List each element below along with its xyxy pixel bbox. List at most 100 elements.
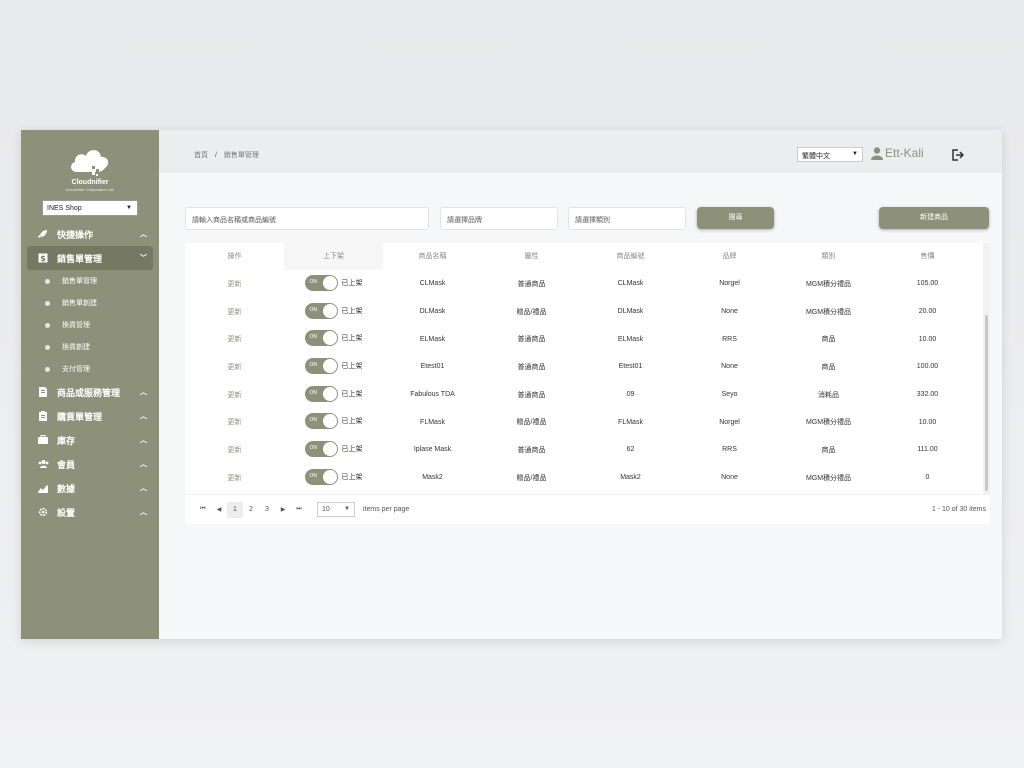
sidebar-item-inventory[interactable]: 庫存 ︿ [21,428,159,452]
prev-page-icon[interactable]: ◀ [211,506,227,513]
listing-toggle[interactable]: ON [304,440,338,457]
new-product-button[interactable]: 新建商品 [879,207,989,229]
listing-toggle-group: ON 已上架 [304,357,363,374]
toggle-on-label: ON [309,361,318,368]
toggle-knob [322,331,337,346]
page-1-button[interactable]: 1 [227,501,243,518]
sidebar-subitem-label: 銷售單管理 [62,278,97,285]
shop-select[interactable]: INES Shop ▼ [42,200,138,216]
listing-toggle[interactable]: ON [304,274,338,291]
cell-attribute: 贈品/禮品 [516,474,547,482]
cell-attribute: 普通商品 [517,363,546,371]
first-page-icon[interactable]: ⏮ [195,506,211,513]
cell-price: 332.00 [916,391,939,399]
listing-toggle[interactable]: ON [304,330,338,347]
listing-status: 已上架 [341,362,363,370]
header-col-name: 商品名稱 [418,253,447,260]
listing-toggle[interactable]: ON [304,357,338,374]
brand-select[interactable]: 請選擇品牌 [440,207,558,230]
update-link[interactable]: 更新 [185,362,284,372]
listing-toggle[interactable]: ON [304,302,338,319]
cell-brand: None [721,363,738,371]
last-page-icon[interactable]: ⏭ [291,506,307,513]
sidebar-item-purchase[interactable]: 購貨單管理 ︿ [21,404,159,428]
language-select[interactable]: 繁體中文 ▼ [797,147,863,162]
cell-brand: Seyo [721,391,738,399]
per-page-value: 10 [322,506,330,513]
table-row: 更新 ON 已上架 ELMask 普通商品 ELMask RRS 商品 10.00 [185,325,990,353]
update-link[interactable]: 更新 [185,390,284,400]
user-menu[interactable]: Ett-Kali [871,146,924,160]
sidebar-item-settings[interactable]: 設置 ︿ [21,500,159,524]
per-page-select[interactable]: 10 ▼ [317,502,355,517]
update-link[interactable]: 更新 [185,334,284,344]
page-3-button[interactable]: 3 [259,506,275,513]
toggle-knob [322,386,337,401]
cell-code: Etest01 [618,363,643,371]
logout-button[interactable] [952,148,965,166]
product-search-input[interactable]: 請輸入商品名稱或商品編號 [185,207,429,230]
update-link[interactable]: 更新 [185,307,284,317]
listing-toggle[interactable]: ON [304,385,338,402]
next-page-icon[interactable]: ▶ [275,506,291,513]
shop-select-value: INES Shop [47,205,82,212]
page-2-button[interactable]: 2 [243,506,259,513]
cell-name: FLMask [420,418,445,426]
scrollbar-thumb[interactable] [985,315,988,491]
breadcrumb: 首頁 / 銷售單管理 [194,150,259,160]
update-link[interactable]: 更新 [185,279,284,289]
sidebar-item-data[interactable]: 數據 ︿ [21,476,159,500]
header-col-brand: 品牌 [722,253,737,260]
sidebar-subitem-label: 支付管理 [62,366,90,373]
toggle-knob [322,303,337,318]
listing-toggle-group: ON 已上架 [304,385,363,402]
cell-listing: ON 已上架 [284,440,383,459]
toggle-on-label: ON [309,417,318,424]
logout-icon [952,149,965,161]
sidebar-subitem-sales-management[interactable]: 銷售單管理 [21,270,159,292]
cell-price: 10.00 [918,335,937,343]
document-icon [37,386,49,398]
category-select[interactable]: 請選擇類別 [568,207,686,230]
cell-name: Iplase Mask [413,446,452,454]
brand-subtitle: Cloudnifier Corporation Ltd. [65,187,115,192]
product-table: 操作 上下架 商品名稱 屬性 商品編號 品牌 類別 售價 更新 ON 已上架 CLMask 普通商品 C… [185,243,990,524]
brand-name: Cloudnifier [71,179,109,186]
update-link[interactable]: 更新 [185,473,284,483]
category-select-placeholder: 請選擇類別 [575,217,610,224]
sidebar-item-members[interactable]: 會員 ︿ [21,452,159,476]
cell-brand: Norgel [719,280,740,288]
listing-toggle[interactable]: ON [304,468,338,485]
brand-logo: Cloudnifier Cloudnifier Corporation Ltd. [21,144,159,192]
cell-attribute: 普通商品 [517,391,546,399]
sidebar-item-label: 快捷操作 [57,229,94,240]
toggle-on-label: ON [309,278,318,285]
sidebar-subitem-exchange-management[interactable]: 換貨管理 [21,314,159,336]
sidebar-subitem-sales-create[interactable]: 銷售單創建 [21,292,159,314]
sidebar-item-products[interactable]: 商品或服務管理 ︿ [21,380,159,404]
update-link[interactable]: 更新 [185,417,284,427]
cell-attribute: 贈品/禮品 [516,308,547,316]
header-col-category: 類別 [821,253,836,260]
chevron-up-icon: ︿ [140,413,147,420]
user-name: Ett-Kali [885,146,924,160]
sidebar-subitem-label: 換貨創建 [62,344,90,351]
listing-toggle-group: ON 已上架 [304,274,363,291]
chevron-up-icon: ︿ [140,509,147,516]
sidebar-item-quick-actions[interactable]: 快捷操作 ︿ [21,222,159,246]
language-select-value: 繁體中文 [802,153,830,160]
bullet-icon [45,344,50,350]
sidebar-subitem-exchange-create[interactable]: 換貨創建 [21,336,159,358]
update-link[interactable]: 更新 [185,445,284,455]
listing-toggle[interactable]: ON [304,413,338,430]
cell-listing: ON 已上架 [284,385,383,404]
breadcrumb-home[interactable]: 首頁 [194,152,208,159]
bullet-icon [45,278,50,284]
briefcase-icon [37,434,49,446]
sidebar-subitem-payment-management[interactable]: 支付管理 [21,358,159,380]
table-row: 更新 ON 已上架 Fabulous TDA 普通商品 09 Seyo 消耗品 332.00 [185,381,990,409]
sidebar-item-sales[interactable]: $ 銷售單管理 ﹀ [27,246,153,270]
cell-listing: ON 已上架 [284,330,383,348]
user-icon [871,146,883,160]
search-button[interactable]: 搜尋 [697,207,774,229]
